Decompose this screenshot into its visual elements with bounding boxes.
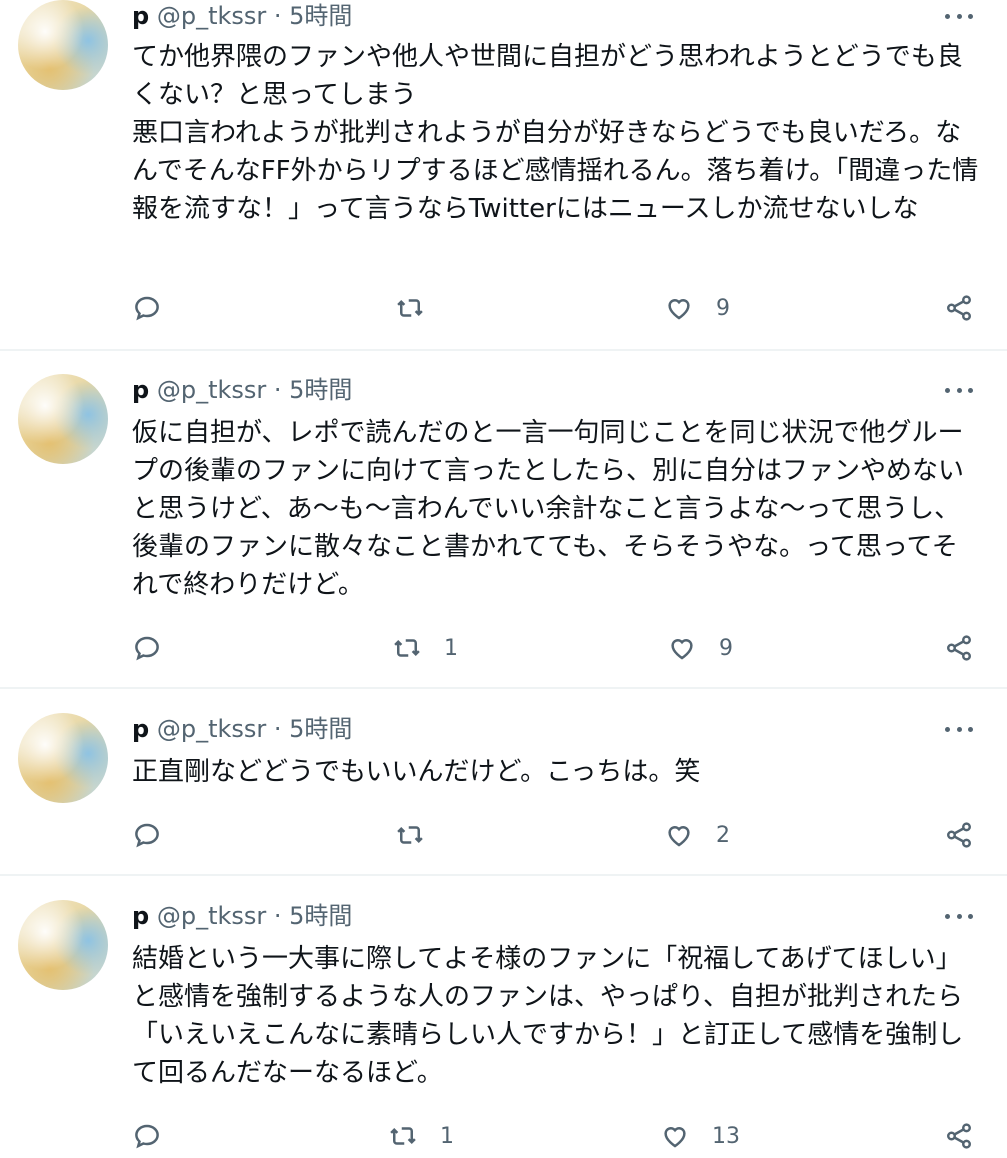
- display-name[interactable]: p: [132, 2, 149, 30]
- tweet-text: 仮に自担が、レポで読んだのと一言一句同じことを同じ状況で他グループの後輩のファン…: [132, 418, 965, 600]
- like-button[interactable]: 13: [660, 1116, 740, 1156]
- user-handle[interactable]: @p_tkssr: [157, 902, 266, 930]
- retweet-button[interactable]: [395, 815, 447, 855]
- display-name[interactable]: p: [132, 902, 149, 930]
- tweet-actions: 1 9: [0, 628, 1007, 668]
- display-name[interactable]: p: [132, 715, 149, 743]
- share-icon: [947, 635, 971, 661]
- timestamp[interactable]: · 5時間: [274, 376, 353, 404]
- timestamp[interactable]: · 5時間: [274, 902, 353, 930]
- retweet-icon: [394, 639, 420, 657]
- heart-icon: [671, 639, 693, 660]
- timestamp[interactable]: · 5時間: [274, 715, 353, 743]
- share-icon: [947, 1123, 971, 1149]
- tweet-divider: [0, 349, 1007, 351]
- retweet-button[interactable]: [395, 288, 447, 328]
- tweet-actions: 2: [0, 815, 1007, 855]
- avatar[interactable]: [18, 900, 108, 990]
- reply-icon: [135, 296, 159, 321]
- retweet-button[interactable]: 1: [392, 628, 458, 668]
- retweet-icon: [397, 299, 423, 317]
- avatar[interactable]: [18, 713, 108, 803]
- tweet[interactable]: p @p_tkssr · 5時間 仮に自担が、レポで読んだのと一言一句同じことを…: [0, 374, 1007, 686]
- tweet[interactable]: p @p_tkssr · 5時間 てか他界隈のファンや他人や世間に自担がどう思わ…: [0, 0, 1007, 350]
- tweet-text: 結婚という一大事に際してよそ様のファンに「祝福してあげてほしい」と感情を強制する…: [132, 944, 964, 1088]
- share-icon: [947, 822, 971, 848]
- reply-icon: [135, 636, 159, 661]
- share-button[interactable]: [944, 628, 974, 668]
- tweet-text: てか他界隈のファンや他人や世間に自担がどう思われようとどうでも良くない？と思って…: [132, 42, 979, 224]
- share-button[interactable]: [944, 288, 974, 328]
- reply-button[interactable]: [132, 628, 184, 668]
- tweet-divider: [0, 874, 1007, 876]
- reply-icon: [135, 1124, 159, 1149]
- heart-icon: [668, 299, 690, 320]
- timestamp[interactable]: · 5時間: [274, 2, 353, 30]
- like-count: 9: [719, 635, 733, 661]
- like-button[interactable]: 2: [664, 815, 730, 855]
- user-handle[interactable]: @p_tkssr: [157, 715, 266, 743]
- more-icon[interactable]: [945, 914, 973, 920]
- reply-icon: [135, 823, 159, 848]
- tweet-header: p @p_tkssr · 5時間: [132, 713, 352, 745]
- more-icon[interactable]: [945, 14, 973, 20]
- like-count: 9: [716, 295, 730, 321]
- like-button[interactable]: 9: [664, 288, 730, 328]
- tweet[interactable]: p @p_tkssr · 5時間 正直剛などどうでもいいんだけど。こっちは。笑 …: [0, 713, 1007, 873]
- reply-button[interactable]: [132, 1116, 184, 1156]
- retweet-count: 1: [440, 1123, 454, 1149]
- heart-icon: [668, 826, 690, 847]
- avatar[interactable]: [18, 374, 108, 464]
- share-button[interactable]: [944, 1116, 974, 1156]
- more-icon[interactable]: [945, 388, 973, 394]
- like-count: 13: [712, 1123, 740, 1149]
- retweet-icon: [390, 1127, 416, 1145]
- user-handle[interactable]: @p_tkssr: [157, 2, 266, 30]
- like-button[interactable]: 9: [667, 628, 733, 668]
- reply-button[interactable]: [132, 288, 184, 328]
- tweet-header: p @p_tkssr · 5時間: [132, 0, 352, 32]
- retweet-icon: [397, 826, 423, 844]
- avatar[interactable]: [18, 0, 108, 90]
- share-button[interactable]: [944, 815, 974, 855]
- reply-button[interactable]: [132, 815, 184, 855]
- tweet-divider: [0, 687, 1007, 689]
- tweet-actions: 9: [0, 288, 1007, 328]
- display-name[interactable]: p: [132, 376, 149, 404]
- tweet-header: p @p_tkssr · 5時間: [132, 374, 352, 406]
- heart-icon: [664, 1127, 686, 1148]
- tweet[interactable]: p @p_tkssr · 5時間 結婚という一大事に際してよそ様のファンに「祝福…: [0, 900, 1007, 1158]
- retweet-count: 1: [444, 635, 458, 661]
- tweet-text: 正直剛などどうでもいいんだけど。こっちは。笑: [132, 757, 701, 787]
- retweet-button[interactable]: 1: [388, 1116, 454, 1156]
- like-count: 2: [716, 822, 730, 848]
- user-handle[interactable]: @p_tkssr: [157, 376, 266, 404]
- tweet-header: p @p_tkssr · 5時間: [132, 900, 352, 932]
- tweet-actions: 1 13: [0, 1116, 1007, 1156]
- share-icon: [947, 295, 971, 321]
- more-icon[interactable]: [945, 727, 973, 733]
